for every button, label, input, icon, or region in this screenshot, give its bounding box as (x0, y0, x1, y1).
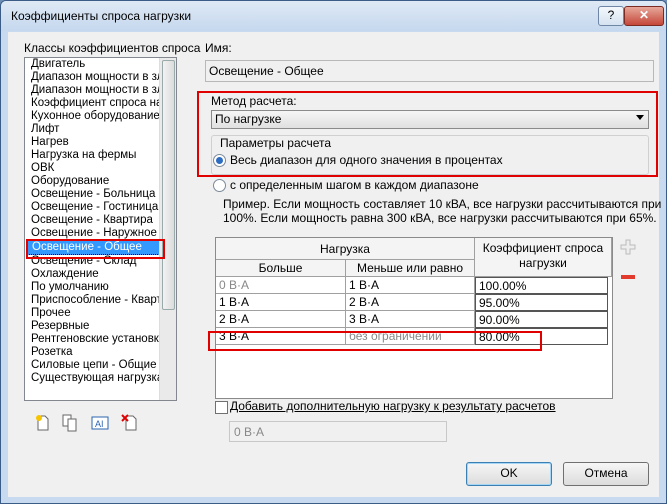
list-item[interactable]: Оборудование (25, 175, 176, 188)
header-factor: Коэффициент спроса нагрузки (475, 238, 612, 277)
list-item[interactable]: Коэффициент спроса нагр (25, 97, 176, 110)
list-item[interactable]: Приспособление - Кварти (25, 294, 176, 307)
list-item[interactable]: Освещение - Больница (25, 188, 176, 201)
list-item[interactable]: Прочее (25, 307, 176, 320)
help-button[interactable]: ? (598, 6, 624, 26)
table-cell-more[interactable]: 0 В·А (216, 277, 346, 294)
duplicate-icon[interactable] (60, 413, 80, 433)
list-item[interactable]: Лифт (25, 123, 176, 136)
example-line-2: 100%. Если мощность равна 300 кВА, все н… (223, 211, 657, 225)
name-value: Освещение - Общее (209, 64, 324, 78)
classes-label: Классы коэффициентов спроса (24, 41, 201, 55)
window-title: Коэффициенты спроса нагрузки (11, 9, 192, 23)
list-item[interactable]: Нагрев (25, 136, 176, 149)
cancel-button[interactable]: Отмена (563, 462, 649, 486)
table-cell-less[interactable]: 3 В·А (346, 311, 475, 328)
list-item[interactable]: Нагрузка на фермы (25, 149, 176, 162)
classes-listbox[interactable]: Двигатель Диапазон мощности в зл Диапазон … (24, 57, 177, 401)
name-label: Имя: (205, 41, 232, 55)
radio-step-range-label[interactable]: с определенным шагом в каждом диапазоне (230, 178, 479, 192)
list-scrollbar[interactable] (159, 58, 176, 400)
add-row-icon[interactable] (620, 239, 636, 255)
list-item[interactable]: Кухонное оборудование - (25, 110, 176, 123)
scroll-thumb[interactable] (162, 60, 175, 310)
method-highlight-box (197, 91, 658, 177)
list-item[interactable]: Резервные (25, 320, 176, 333)
table-cell-factor[interactable]: 90.00% (475, 311, 608, 328)
ok-button[interactable]: OK (466, 462, 552, 486)
add-load-value: 0 В·А (234, 425, 265, 439)
list-item[interactable]: Диапазон мощности в зл (25, 71, 176, 84)
list-item[interactable]: Силовые цепи - Общие (25, 359, 176, 372)
list-item[interactable]: Диапазон мощности в зл (25, 84, 176, 97)
radio-step-range[interactable] (213, 179, 226, 192)
list-item[interactable]: Существующая нагрузка (25, 372, 176, 385)
table-cell-less[interactable]: 1 В·А (346, 277, 475, 294)
list-item[interactable]: Освещение - Гостиница (25, 201, 176, 214)
list-item[interactable]: ОВК (25, 162, 176, 175)
table-cell-less[interactable]: 2 В·А (346, 294, 475, 311)
header-factor-line-2: нагрузки (519, 256, 567, 270)
table-cell-factor[interactable]: 95.00% (475, 294, 608, 311)
new-icon[interactable] (33, 413, 53, 433)
header-less: Меньше или равно (346, 260, 475, 277)
list-item[interactable]: Двигатель (25, 58, 176, 71)
dialog-window: Коэффициенты спроса нагрузки ? ✕ Классы … (0, 0, 667, 504)
remove-row-icon[interactable] (620, 269, 636, 285)
add-load-field: 0 В·А (229, 421, 447, 442)
header-load: Нагрузка (216, 238, 475, 260)
table-cell-more[interactable]: 1 В·А (216, 294, 346, 311)
table-cell-factor[interactable]: 100.00% (475, 277, 608, 294)
header-factor-line-1: Коэффициент спроса (482, 241, 604, 255)
add-load-checkbox[interactable] (215, 401, 228, 414)
list-item[interactable]: Охлаждение (25, 268, 176, 281)
list-item[interactable]: По умолчанию (25, 281, 176, 294)
title-bar: Коэффициенты спроса нагрузки ? ✕ (1, 1, 666, 31)
factor-table[interactable]: Нагрузка Больше Меньше или равно Коэффиц… (215, 237, 613, 399)
rename-icon[interactable]: AI (90, 413, 110, 433)
close-button[interactable]: ✕ (624, 6, 664, 26)
list-item[interactable]: Рентгеновские установки (25, 333, 176, 346)
example-line-1: Пример. Если мощность составляет 10 кВА,… (223, 197, 662, 211)
list-item[interactable]: Розетка (25, 346, 176, 359)
header-more: Больше (216, 260, 346, 277)
selection-highlight-box (26, 239, 165, 259)
row-highlight-box (208, 331, 542, 351)
table-cell-more[interactable]: 2 В·А (216, 311, 346, 328)
list-item[interactable]: Освещение - Квартира (25, 214, 176, 227)
name-field: Освещение - Общее (205, 60, 654, 82)
delete-icon[interactable] (120, 413, 140, 433)
svg-text:AI: AI (95, 419, 104, 429)
dialog-client: Классы коэффициентов спроса Двигатель Диа… (8, 32, 662, 497)
add-load-label[interactable]: Добавить дополнительную нагрузку к резул… (230, 399, 556, 413)
